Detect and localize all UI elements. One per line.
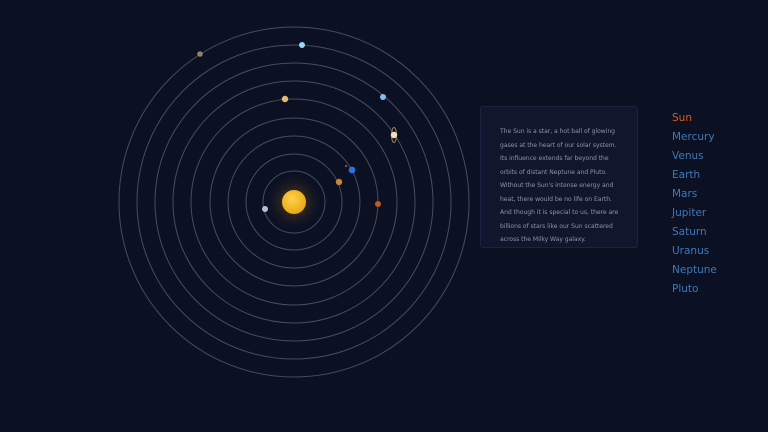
planet-info-panel: The Sun is a star, a hot ball of glowing… — [480, 106, 638, 248]
solar-system-page: The Sun is a star, a hot ball of glowing… — [0, 0, 768, 432]
nav-item-mars[interactable]: Mars — [672, 185, 717, 204]
nav-item-jupiter[interactable]: Jupiter — [672, 204, 717, 223]
planet-earth[interactable] — [345, 165, 356, 174]
nav-item-neptune[interactable]: Neptune — [672, 261, 717, 280]
nav-item-earth[interactable]: Earth — [672, 166, 717, 185]
sun[interactable] — [264, 172, 324, 232]
planet-saturn[interactable] — [390, 127, 398, 143]
nav-item-venus[interactable]: Venus — [672, 147, 717, 166]
planet-jupiter[interactable] — [281, 95, 289, 103]
planet-mars[interactable] — [375, 201, 381, 207]
earth-body[interactable] — [348, 166, 356, 174]
nav-item-pluto[interactable]: Pluto — [672, 280, 717, 299]
solar-system-diagram — [118, 26, 470, 378]
earth-moon — [345, 165, 347, 167]
planet-neptune[interactable] — [299, 42, 305, 48]
nav-item-mercury[interactable]: Mercury — [672, 128, 717, 147]
planet-pluto[interactable] — [197, 51, 203, 57]
planet-nav: Sun Mercury Venus Earth Mars Jupiter Sat… — [672, 109, 717, 299]
planet-venus[interactable] — [335, 178, 343, 186]
sun-body[interactable] — [282, 190, 306, 214]
nav-item-saturn[interactable]: Saturn — [672, 223, 717, 242]
planet-mercury[interactable] — [262, 206, 268, 212]
planet-description: The Sun is a star, a hot ball of glowing… — [500, 128, 619, 243]
saturn-body[interactable] — [390, 131, 398, 139]
nav-item-sun[interactable]: Sun — [672, 109, 717, 128]
planet-uranus[interactable] — [380, 94, 386, 100]
nav-item-uranus[interactable]: Uranus — [672, 242, 717, 261]
